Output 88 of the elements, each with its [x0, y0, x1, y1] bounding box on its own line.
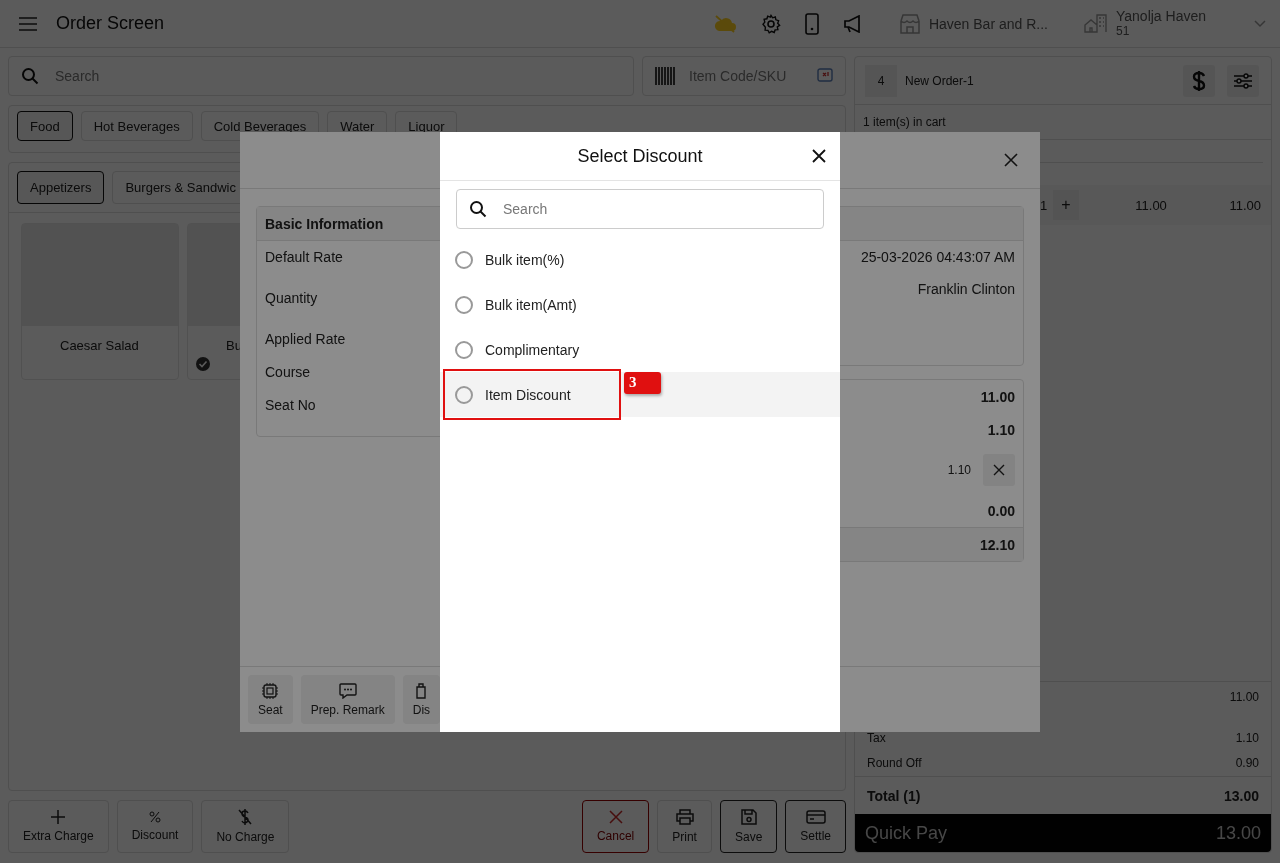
chip-icon	[262, 682, 279, 699]
dialog-title: Select Discount	[577, 145, 703, 167]
radio-button[interactable]	[455, 340, 473, 359]
action-button[interactable]: Discount	[116, 800, 194, 853]
total-value: 13.00	[1223, 787, 1259, 804]
amount-value: 1.10	[987, 421, 1015, 438]
cart-count: 1 item(s) in cart	[863, 115, 946, 129]
subcategory-tab[interactable]: Appetizers	[17, 171, 105, 204]
order-number: 4	[865, 64, 897, 97]
summary-value: 11.00	[1229, 690, 1259, 704]
printer-icon	[675, 809, 694, 825]
quantity: 1	[1040, 197, 1048, 213]
chevron-down-icon[interactable]	[1254, 19, 1266, 28]
radio-button[interactable]	[455, 295, 473, 314]
plus-icon	[51, 810, 66, 824]
building-icon	[1083, 13, 1108, 34]
total-label: Total (1)	[867, 787, 921, 804]
dialog-action-button[interactable]: Seat	[248, 675, 293, 724]
item-amount: 11.00	[1228, 197, 1261, 213]
step-badge: 3	[624, 372, 661, 394]
close-icon[interactable]	[812, 149, 826, 163]
summary-label: Round Off	[867, 756, 922, 770]
item-rate: 11.00	[1134, 197, 1167, 213]
action-button[interactable]: Extra Charge	[8, 800, 109, 853]
user-id: 51	[1115, 24, 1130, 38]
summary-value: 0.90	[1235, 756, 1259, 770]
megaphone-icon[interactable]	[842, 14, 863, 33]
remove-button[interactable]	[983, 454, 1015, 486]
filter-button[interactable]	[1227, 64, 1259, 97]
amount-value: 1.10	[947, 463, 971, 477]
discount-option[interactable]: Bulk item(Amt)	[440, 282, 840, 327]
search-field[interactable]: Search	[456, 189, 824, 229]
detail-value: Franklin Clinton	[917, 281, 1015, 297]
sliders-icon	[1234, 72, 1252, 89]
action-button[interactable]: No Charge	[201, 800, 290, 853]
user-name: Yanolja Haven	[1115, 9, 1206, 25]
no-dollar-icon	[238, 809, 253, 825]
product-name: Caesar Salad	[59, 338, 139, 353]
close-icon	[993, 464, 1005, 476]
dollar-icon	[1192, 70, 1206, 91]
total-amount: 12.10	[979, 536, 1015, 553]
summary-label: Tax	[867, 731, 886, 745]
field-label: Default Rate	[265, 249, 343, 267]
store-icon	[898, 13, 921, 34]
category-tab[interactable]: Hot Beverages	[80, 111, 193, 141]
action-button[interactable]: Print	[657, 800, 712, 853]
currency-button[interactable]	[1183, 64, 1215, 97]
field-label: Course	[265, 364, 311, 382]
search-icon	[469, 200, 487, 218]
summary-value: 1.10	[1235, 731, 1259, 745]
action-button[interactable]: Cancel	[581, 800, 650, 853]
option-label: Bulk item(%)	[485, 251, 565, 268]
card-icon	[805, 810, 826, 824]
field-label: Quantity	[265, 290, 318, 308]
quick-pay-button[interactable]: Quick Pay 13.00	[855, 814, 1271, 852]
menu-icon[interactable]	[18, 16, 38, 31]
floppy-icon	[740, 809, 757, 825]
order-name: New Order-1	[905, 73, 974, 88]
search-icon	[21, 67, 39, 85]
action-button[interactable]: Settle	[785, 800, 846, 853]
amount-value: 0.00	[987, 502, 1015, 519]
settings-icon[interactable]	[760, 13, 781, 34]
discount-option[interactable]: Complimentary	[440, 327, 840, 372]
radio-button[interactable]	[455, 385, 473, 404]
option-label: Item Discount	[485, 386, 571, 403]
radio-button[interactable]	[455, 250, 473, 269]
product-card[interactable]: Caesar Salad	[21, 223, 179, 380]
category-tab[interactable]: Food	[17, 111, 73, 141]
percent-icon	[149, 811, 162, 823]
speech-bubble-icon	[338, 682, 357, 699]
option-label: Complimentary	[485, 341, 580, 358]
store-name[interactable]: Haven Bar and R...	[928, 15, 1048, 32]
dialog-action-button[interactable]: Dis	[402, 675, 441, 724]
section-title: Basic Information	[265, 215, 384, 232]
option-label: Bulk item(Amt)	[485, 296, 577, 313]
field-label: Applied Rate	[265, 331, 346, 349]
field-label: Seat No	[265, 397, 316, 415]
action-button[interactable]: Save	[719, 800, 778, 853]
page-title: Order Screen	[56, 13, 165, 34]
dialog-action-button[interactable]: Prep. Remark	[300, 675, 395, 724]
detail-value: 25-03-2026 04:43:07 AM	[860, 249, 1015, 265]
barcode-icon	[655, 67, 675, 85]
tablet-icon[interactable]	[804, 12, 819, 35]
discount-option[interactable]: Bulk item(%)	[440, 237, 840, 282]
close-icon	[608, 810, 623, 824]
increase-button[interactable]: +	[1053, 190, 1079, 220]
discount-option[interactable]: Item Discount 3	[440, 372, 840, 417]
amount-value: 11.00	[980, 388, 1015, 405]
